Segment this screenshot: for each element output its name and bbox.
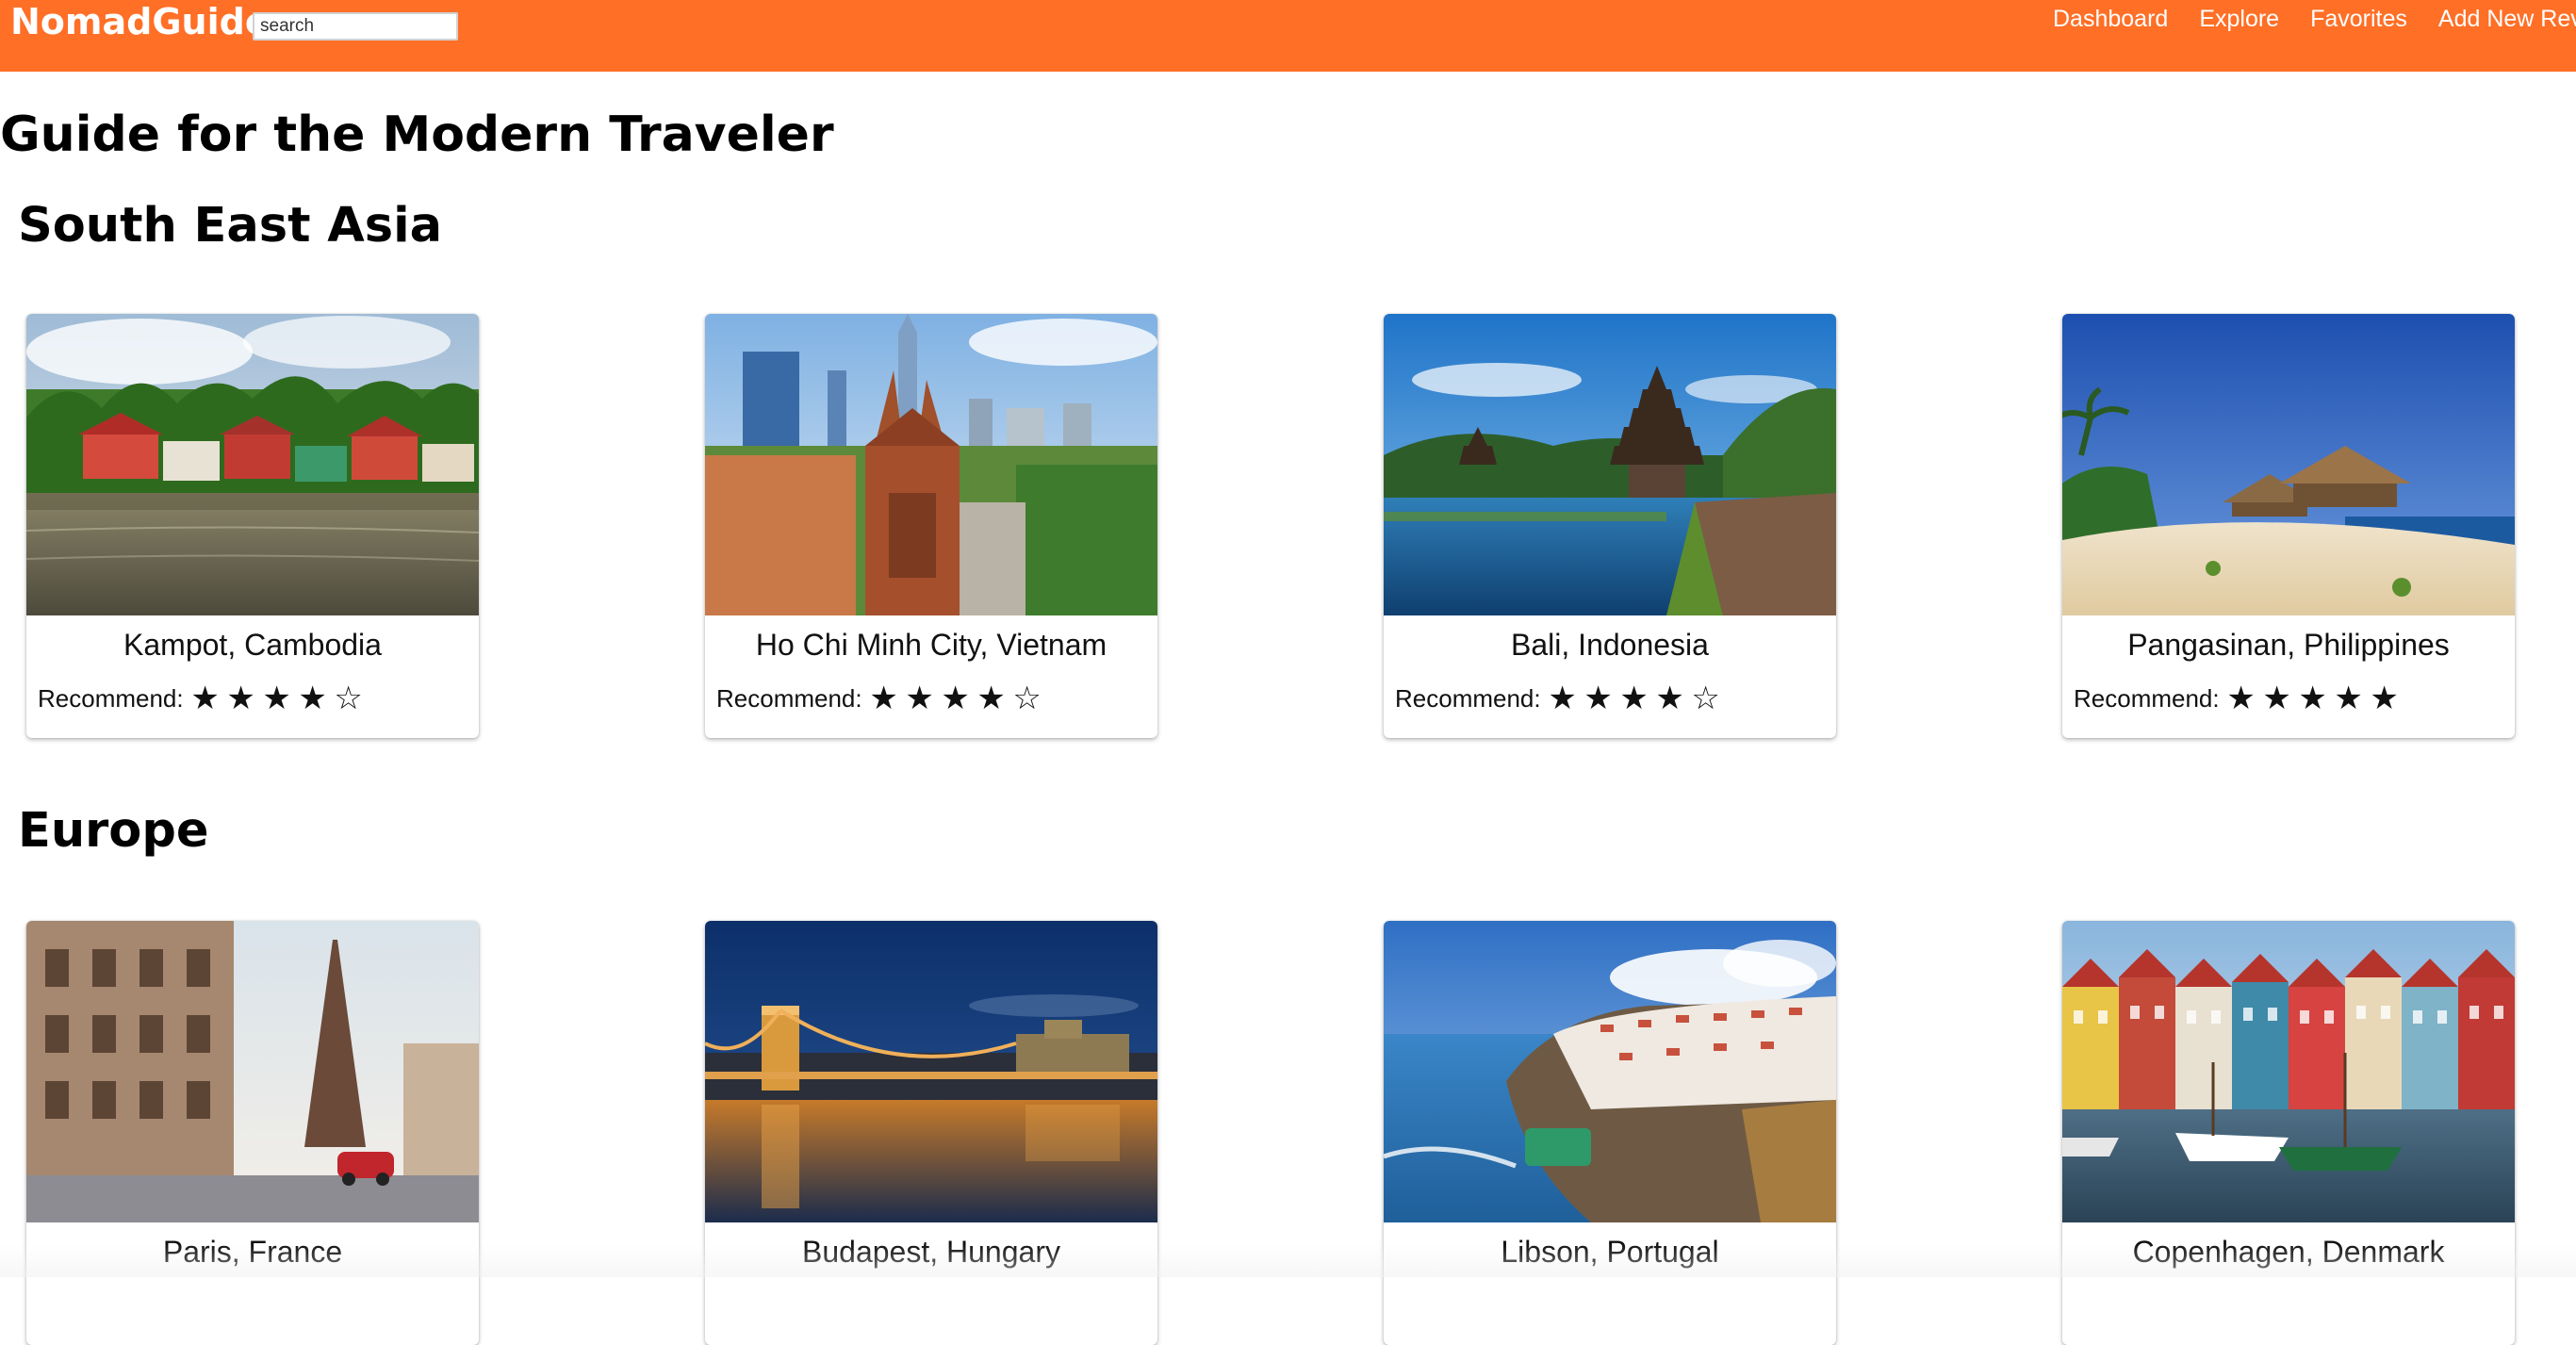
star-filled-icon[interactable]: ★: [1545, 680, 1581, 717]
destination-name: Libson, Portugal: [1501, 1235, 1719, 1269]
star-filled-icon[interactable]: ★: [938, 680, 974, 717]
nav-link-dashboard[interactable]: Dashboard: [2053, 0, 2168, 38]
star-empty-icon[interactable]: ☆: [1688, 680, 1724, 717]
star-filled-icon[interactable]: ★: [866, 680, 902, 717]
destination-card[interactable]: Copenhagen, Denmark: [2062, 921, 2515, 1345]
section-title-europe: Europe: [18, 803, 209, 859]
destination-name: Ho Chi Minh City, Vietnam: [755, 628, 1108, 662]
brand-logo[interactable]: NomadGuide: [10, 0, 270, 43]
destination-card[interactable]: Paris, France: [26, 921, 479, 1345]
page-title: Guide for the Modern Traveler: [0, 107, 834, 163]
star-filled-icon[interactable]: ★: [2223, 680, 2259, 717]
destination-photo[interactable]: [2062, 921, 2515, 1222]
destination-photo[interactable]: [705, 921, 1157, 1222]
rating-label: Recommend:: [2074, 683, 2220, 713]
nav-link-explore[interactable]: Explore: [2199, 0, 2279, 38]
star-filled-icon[interactable]: ★: [902, 680, 938, 717]
star-filled-icon[interactable]: ★: [1652, 680, 1688, 717]
destination-name: Bali, Indonesia: [1511, 628, 1709, 662]
destination-name: Paris, France: [162, 1235, 343, 1269]
destination-card[interactable]: Ho Chi Minh City, Vietnam Recommend: ★ ★…: [705, 314, 1157, 738]
destination-photo[interactable]: [26, 921, 479, 1222]
navbar: NomadGuide Dashboard Explore Favorites A…: [0, 0, 2576, 72]
star-filled-icon[interactable]: ★: [188, 680, 223, 717]
destination-photo[interactable]: [26, 314, 479, 615]
destination-photo[interactable]: [2062, 314, 2515, 615]
star-filled-icon[interactable]: ★: [2331, 680, 2367, 717]
star-filled-icon[interactable]: ★: [2367, 680, 2403, 717]
rating-row: Recommend: ★ ★ ★ ★ ★: [2074, 678, 2403, 719]
star-filled-icon[interactable]: ★: [1616, 680, 1652, 717]
section-title-south-east-asia: South East Asia: [18, 198, 442, 254]
destination-name: Kampot, Cambodia: [123, 628, 382, 662]
nav-link-add-new-review[interactable]: Add New Review: [2438, 0, 2576, 38]
nav-links: Dashboard Explore Favorites Add New Revi…: [2053, 0, 2576, 38]
star-filled-icon[interactable]: ★: [259, 680, 295, 717]
star-filled-icon[interactable]: ★: [295, 680, 331, 717]
rating-label: Recommend:: [38, 683, 184, 713]
nav-link-favorites[interactable]: Favorites: [2310, 0, 2407, 38]
star-empty-icon[interactable]: ☆: [331, 680, 367, 717]
destination-name: Budapest, Hungary: [802, 1235, 1060, 1269]
destination-card[interactable]: Kampot, Cambodia Recommend: ★ ★ ★ ★ ☆: [26, 314, 479, 738]
destination-name: Pangasinan, Philippines: [2127, 628, 2450, 662]
destination-photo[interactable]: [1384, 314, 1836, 615]
star-filled-icon[interactable]: ★: [2295, 680, 2331, 717]
star-filled-icon[interactable]: ★: [1581, 680, 1616, 717]
destination-name: Copenhagen, Denmark: [2132, 1235, 2445, 1269]
star-empty-icon[interactable]: ☆: [1009, 680, 1045, 717]
rating-row: Recommend: ★ ★ ★ ★ ☆: [38, 678, 367, 719]
rating-label: Recommend:: [716, 683, 862, 713]
destination-photo[interactable]: [1384, 921, 1836, 1222]
rating-label: Recommend:: [1395, 683, 1541, 713]
destination-card[interactable]: Budapest, Hungary: [705, 921, 1157, 1345]
rating-row: Recommend: ★ ★ ★ ★ ☆: [1395, 678, 1724, 719]
search-input[interactable]: [253, 12, 458, 41]
rating-row: Recommend: ★ ★ ★ ★ ☆: [716, 678, 1045, 719]
star-filled-icon[interactable]: ★: [2259, 680, 2295, 717]
destination-photo[interactable]: [705, 314, 1157, 615]
star-filled-icon[interactable]: ★: [974, 680, 1009, 717]
destination-card[interactable]: Pangasinan, Philippines Recommend: ★ ★ ★…: [2062, 314, 2515, 738]
destination-card[interactable]: Bali, Indonesia Recommend: ★ ★ ★ ★ ☆: [1384, 314, 1836, 738]
destination-card[interactable]: Libson, Portugal: [1384, 921, 1836, 1345]
star-filled-icon[interactable]: ★: [223, 680, 259, 717]
